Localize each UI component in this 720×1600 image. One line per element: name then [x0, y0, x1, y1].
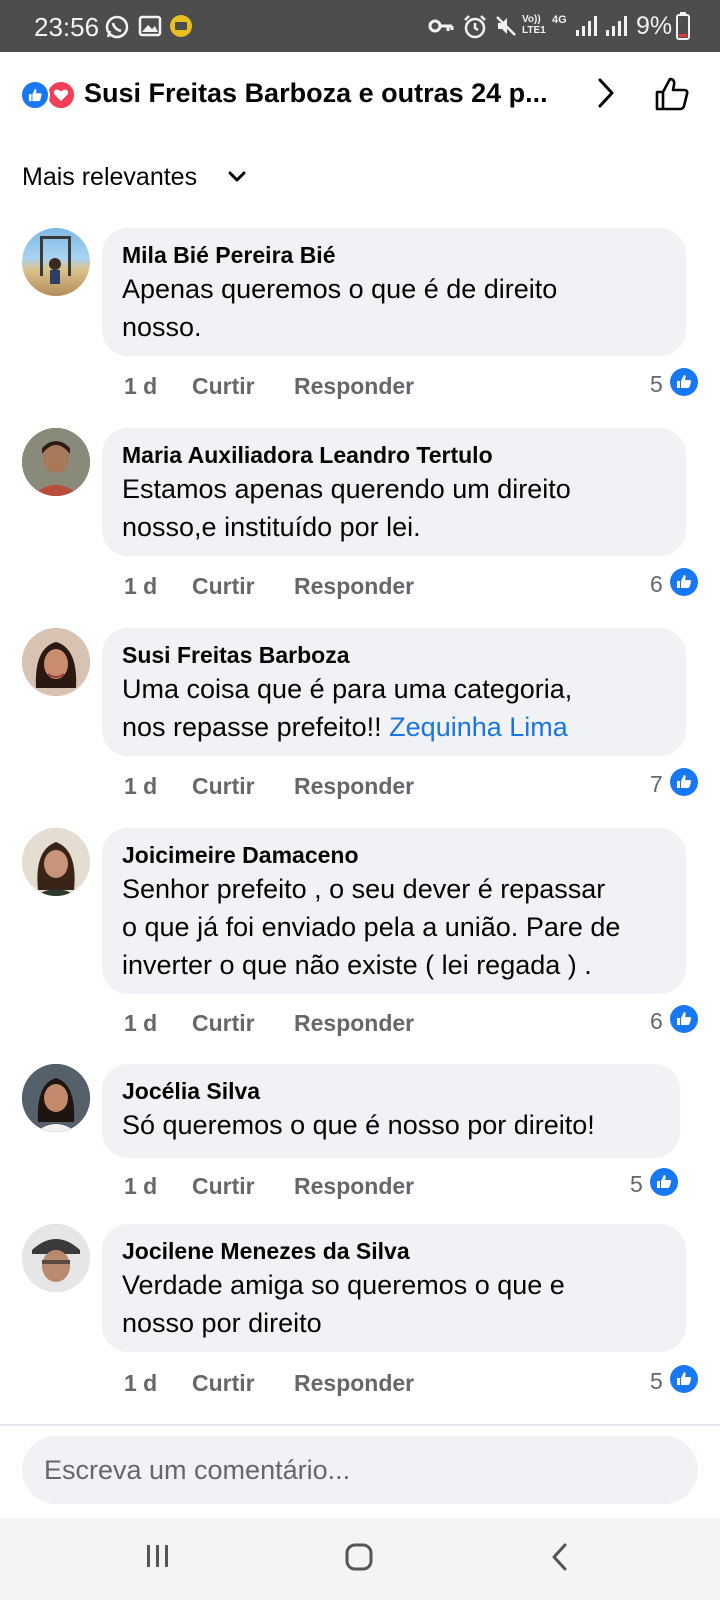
comment-bubble[interactable]: Maria Auxiliadora Leandro Tertulo Estamo…	[102, 428, 686, 556]
battery-percent: 9%	[636, 12, 673, 40]
like-comment-button[interactable]: Curtir	[192, 1370, 255, 1397]
reply-button[interactable]: Responder	[294, 1010, 414, 1037]
reply-button[interactable]: Responder	[294, 773, 414, 800]
mute-icon	[496, 16, 516, 36]
avatar[interactable]	[22, 228, 90, 296]
like-icon	[650, 1168, 678, 1196]
reply-button[interactable]: Responder	[294, 1173, 414, 1200]
signal-icon-1	[576, 16, 597, 36]
alarm-icon	[464, 15, 486, 39]
comment-author[interactable]: Jocélia Silva	[122, 1076, 660, 1106]
signal-icon-2	[606, 16, 627, 36]
comment-author[interactable]: Susi Freitas Barboza	[122, 640, 666, 670]
comment-time[interactable]: 1 d	[124, 1173, 157, 1200]
like-comment-button[interactable]: Curtir	[192, 373, 255, 400]
comment-like-count[interactable]: 6	[650, 1008, 663, 1035]
comment-text: Verdade amiga so queremos o que e nosso …	[122, 1270, 565, 1338]
like-icon	[20, 80, 50, 110]
avatar[interactable]	[22, 1224, 90, 1292]
avatar[interactable]	[22, 828, 90, 896]
comment-text: Estamos apenas querendo um direito nosso…	[122, 474, 571, 542]
comment-like-count[interactable]: 7	[650, 771, 663, 798]
like-comment-button[interactable]: Curtir	[192, 1173, 255, 1200]
comment-bubble[interactable]: Jocilene Menezes da Silva Verdade amiga …	[102, 1224, 686, 1352]
network-type: 4G	[552, 14, 567, 26]
whatsapp-icon	[105, 15, 129, 39]
avatar[interactable]	[22, 628, 90, 696]
comment-time[interactable]: 1 d	[124, 1370, 157, 1397]
comment-bubble[interactable]: Joicimeire Damaceno Senhor prefeito , o …	[102, 828, 686, 994]
comment-text: Apenas queremos o que é de direito nosso…	[122, 274, 558, 342]
comment-time[interactable]: 1 d	[124, 573, 157, 600]
battery-low-icon	[676, 12, 690, 40]
like-comment-button[interactable]: Curtir	[192, 773, 255, 800]
composer-divider	[0, 1424, 720, 1426]
chevron-down-icon[interactable]	[228, 170, 246, 184]
love-icon	[46, 80, 76, 110]
comment-author[interactable]: Jocilene Menezes da Silva	[122, 1236, 666, 1266]
comment-input-placeholder: Escreva um comentário...	[44, 1455, 351, 1485]
reaction-summary[interactable]	[20, 80, 78, 110]
reply-button[interactable]: Responder	[294, 573, 414, 600]
comment-text: Uma coisa que é para uma categoria, nos …	[122, 670, 666, 746]
android-nav-bar	[0, 1518, 720, 1600]
comment-author[interactable]: Joicimeire Damaceno	[122, 840, 666, 870]
reactions-header-title[interactable]: Susi Freitas Barboza e outras 24 p...	[84, 78, 548, 109]
comment-like-count[interactable]: 5	[630, 1171, 643, 1198]
like-comment-button[interactable]: Curtir	[192, 1010, 255, 1037]
comment-like-count[interactable]: 5	[650, 1368, 663, 1395]
comment-bubble[interactable]: Mila Bié Pereira Bié Apenas queremos o q…	[102, 228, 686, 356]
like-icon	[670, 1365, 698, 1393]
reply-button[interactable]: Responder	[294, 373, 414, 400]
comment-author[interactable]: Mila Bié Pereira Bié	[122, 240, 666, 270]
comment-like-count[interactable]: 5	[650, 371, 663, 398]
home-icon[interactable]	[344, 1542, 374, 1572]
app-notification-icon	[170, 15, 192, 37]
network-label: Vo)) LTE1	[522, 14, 546, 36]
gallery-icon	[138, 15, 162, 37]
comment-text: Senhor prefeito , o seu dever é repassar…	[122, 874, 621, 980]
comment-time[interactable]: 1 d	[124, 1010, 157, 1037]
comment-time[interactable]: 1 d	[124, 373, 157, 400]
comment-like-count[interactable]: 6	[650, 571, 663, 598]
back-icon[interactable]	[550, 1542, 570, 1572]
recent-apps-icon[interactable]	[144, 1542, 172, 1570]
vpn-key-icon	[428, 19, 454, 33]
status-bar: 23:56 Vo)) LTE1 4G 9%	[0, 0, 720, 52]
comment-input[interactable]: Escreva um comentário...	[22, 1436, 698, 1504]
sort-dropdown[interactable]: Mais relevantes	[22, 163, 197, 192]
comment-text: Só queremos o que é nosso por direito!	[122, 1110, 595, 1140]
comment-author[interactable]: Maria Auxiliadora Leandro Tertulo	[122, 440, 666, 470]
thumbs-up-outline-icon[interactable]	[652, 74, 692, 114]
like-icon	[670, 368, 698, 396]
like-icon	[670, 768, 698, 796]
comment-bubble[interactable]: Susi Freitas Barboza Uma coisa que é par…	[102, 628, 686, 756]
like-icon	[670, 1005, 698, 1033]
status-time: 23:56	[34, 12, 100, 42]
avatar[interactable]	[22, 428, 90, 496]
mention-link[interactable]: Zequinha Lima	[389, 712, 568, 742]
comment-time[interactable]: 1 d	[124, 773, 157, 800]
avatar[interactable]	[22, 1064, 90, 1132]
comment-bubble[interactable]: Jocélia Silva Só queremos o que é nosso …	[102, 1064, 680, 1158]
like-comment-button[interactable]: Curtir	[192, 573, 255, 600]
reply-button[interactable]: Responder	[294, 1370, 414, 1397]
like-icon	[670, 568, 698, 596]
chevron-right-icon[interactable]	[596, 76, 616, 110]
